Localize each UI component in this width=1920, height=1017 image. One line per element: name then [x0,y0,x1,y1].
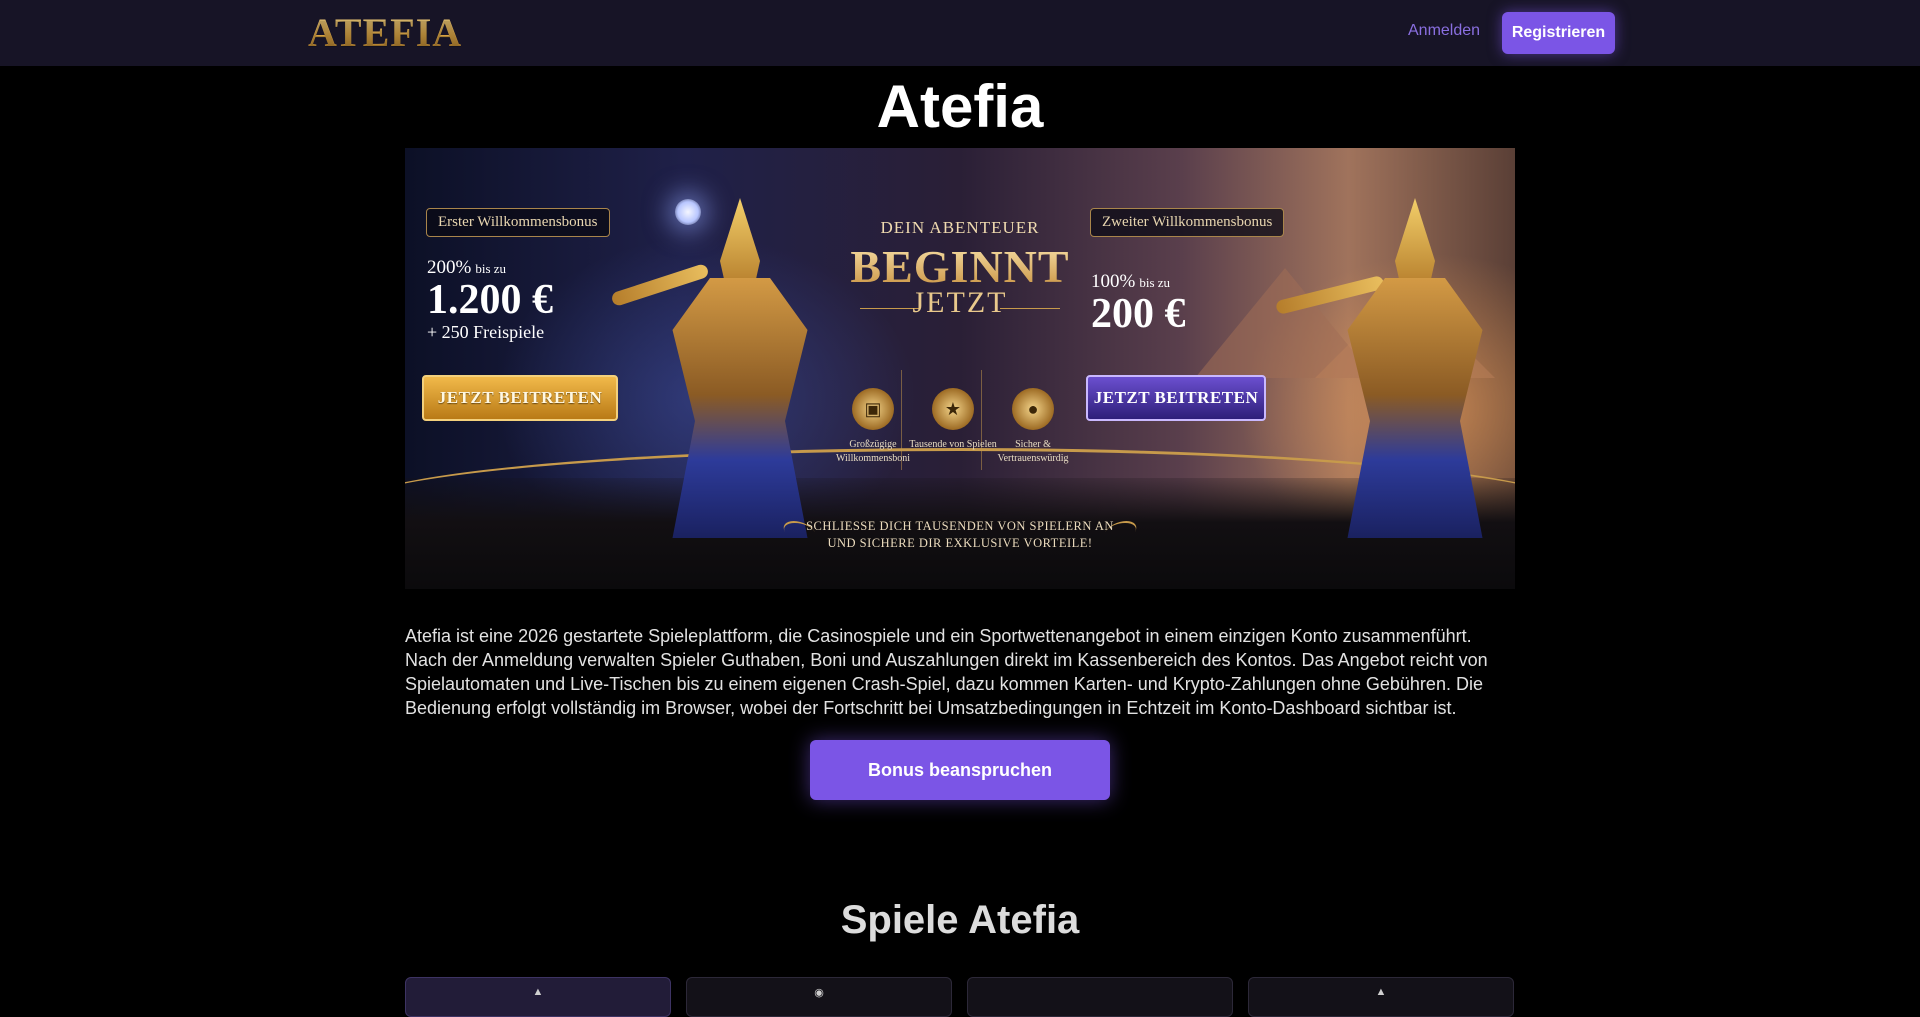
join-now-button-second[interactable]: JETZT BEITRETEN [1086,375,1266,421]
game-card[interactable]: ▲ [405,977,671,1017]
pharaoh-figure-left [660,198,820,538]
first-bonus-value: 1.200 € [427,277,553,323]
feature-label: Sicher & Vertrauenswürdig [997,439,1069,464]
game-icon: ▲ [1375,986,1387,998]
banner-footer-line: UND SICHERE DIR EXKLUSIVE VORTEILE! [827,535,1093,550]
banner-footer-line: SCHLIESSE DICH TAUSENDEN VON SPIELERN AN [806,519,1114,533]
padlock-icon: ● [1012,388,1054,430]
welcome-bonus-banner: Erster Willkommensbonus 200% bis zu 1.200… [405,148,1515,589]
banner-footer-text: SCHLIESSE DICH TAUSENDEN VON SPIELERN AN… [710,518,1210,552]
game-card[interactable] [967,977,1233,1017]
register-button[interactable]: Registrieren [1502,12,1615,54]
game-card[interactable]: ▲ [1248,977,1514,1017]
trophy-icon: ★ [932,388,974,430]
second-bonus-value: 200 € [1091,291,1186,337]
first-bonus-percent: 200% [427,257,472,278]
first-bonus-amount: 200% bis zu 1.200 € + 250 Freispiele [427,258,553,343]
atefia-logo[interactable]: ATEFIA [308,9,463,55]
login-link[interactable]: Anmelden [1408,22,1480,40]
join-now-button-first[interactable]: JETZT BEITRETEN [422,375,618,421]
pharaoh-figure-right [1335,198,1495,538]
banner-headline-now: JETZT [912,286,1008,319]
logo-text: ATEFIA [308,9,463,55]
games-section-title: Spiele Atefia [840,898,1080,942]
claim-bonus-button[interactable]: Bonus beanspruchen [810,740,1110,800]
live-icon: ◉ [814,987,824,999]
second-bonus-percent: 100% [1091,271,1136,292]
headline-ornament [1000,308,1060,309]
second-bonus-bis-zu: bis zu [1139,275,1171,290]
first-bonus-tag: Erster Willkommensbonus [426,208,610,237]
second-bonus-tag: Zweiter Willkommensbonus [1090,208,1285,237]
feature-safe-trustworthy: ● Sicher & Vertrauenswürdig [983,388,1083,465]
treasure-chest-icon: ▣ [852,388,894,430]
game-card[interactable]: ◉ [686,977,952,1017]
banner-headline-small: DEIN ABENTEUER [880,218,1040,237]
page-title: Atefia [876,73,1044,140]
top-navigation-bar: ATEFIA Anmelden Registrieren [0,0,1920,66]
first-bonus-free-spins: + 250 Freispiele [427,322,545,342]
intro-paragraph: Atefia ist eine 2026 gestartete Spielepl… [405,626,1488,718]
second-bonus-amount: 100% bis zu 200 € [1091,272,1186,337]
game-icon: ▲ [532,986,544,998]
first-bonus-bis-zu: bis zu [475,261,507,276]
feature-label: Großzügige Willkommensboni [835,439,911,464]
